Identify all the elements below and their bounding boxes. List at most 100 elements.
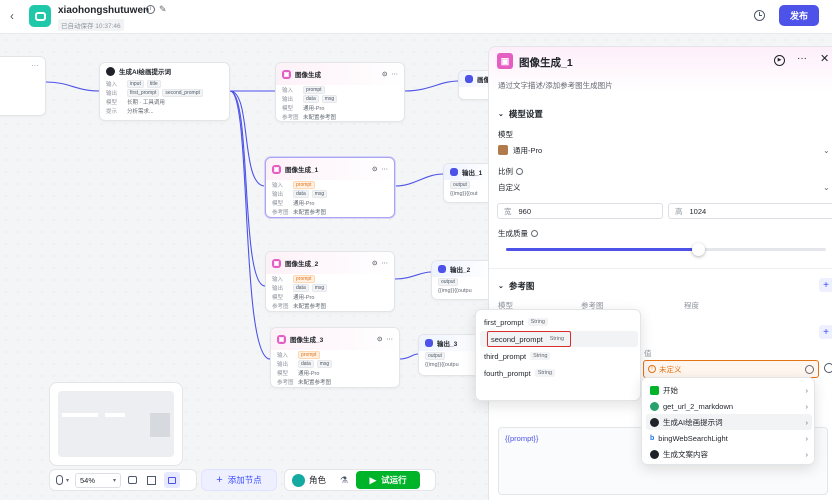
play-icon[interactable]: ⊙ [372, 259, 377, 267]
remove-icon[interactable] [824, 363, 832, 373]
zoom-select[interactable]: 54% ▾ [75, 472, 122, 488]
output-icon [438, 265, 446, 273]
save-status: 已自动保存 10:37:46 [58, 19, 124, 31]
node-option-prompt-gen[interactable]: 生成AI绘画提示词 › [650, 414, 808, 430]
image-icon: ▣ [272, 164, 281, 174]
ref-col-degree: 程度 [684, 301, 699, 310]
variable-option[interactable]: fourth_prompt String [484, 365, 556, 381]
info-icon [516, 168, 523, 175]
node-output-2[interactable]: 输出_2 output {{img}}{{outpu [431, 260, 493, 300]
panel-title: 图像生成_1 [519, 57, 573, 69]
edit-icon[interactable]: ✎ [159, 4, 167, 15]
node-option-url[interactable]: get_url_2_markdown › [650, 398, 808, 414]
quality-slider[interactable] [506, 243, 826, 256]
llm-icon [650, 417, 659, 427]
node-source-dropdown: 开始 › get_url_2_markdown › 生成AI绘画提示词 › b bing… [641, 377, 815, 465]
node-image-gen-3[interactable]: ▣ 图像生成_3 ⊙ ··· 输入 prompt 输出 data msg 模型 通用-Pr… [270, 327, 400, 388]
variable-option-selected[interactable]: second_prompt String [487, 331, 572, 347]
back-icon[interactable]: ‹ [10, 9, 14, 23]
run-node-icon[interactable]: ▶ [774, 55, 785, 66]
more-icon[interactable]: ··· [31, 61, 39, 70]
variable-option[interactable]: first_prompt String [484, 314, 548, 330]
image-icon: ▣ [497, 53, 513, 69]
model-settings-header[interactable]: ⌄ 模型设置 [498, 108, 543, 120]
zoom-toolbar: ▾ 54% ▾ [49, 469, 197, 491]
play-icon[interactable]: ⊙ [372, 165, 377, 173]
info-icon [531, 230, 538, 237]
node-option-bing[interactable]: b bingWebSearchLight › [650, 430, 808, 446]
add-node-button[interactable]: + 添加节点 [201, 469, 277, 491]
role-label[interactable]: 角色 [309, 474, 326, 486]
chevron-down-icon: ⌄ [498, 111, 504, 118]
quality-label: 生成质量 [498, 228, 538, 239]
app-logo [29, 5, 51, 27]
role-avatar-icon[interactable] [292, 473, 305, 487]
output-icon [465, 75, 473, 83]
run-toolbar: 角色 ⚗ ▶ 试运行 [284, 469, 436, 491]
warning-icon: ! [648, 365, 656, 373]
play-icon[interactable]: ⊙ [382, 70, 387, 78]
play-icon: ▶ [369, 474, 377, 485]
node-title: 图像生成_3 [290, 337, 324, 344]
node-prompt-gen[interactable]: 生成AI绘画提示词 输入 input title 输出 first_prompt sec… [99, 62, 230, 121]
prompt-text: {{prompt}} [505, 434, 539, 443]
mouse-icon[interactable] [56, 475, 63, 485]
chevron-down-icon: ⌄ [823, 182, 830, 192]
top-bar: ‹ xiaohongshutuwen i ✎ 已自动保存 10:37:46 发布 [0, 0, 832, 34]
image-icon: ▣ [277, 334, 286, 344]
variable-value-select[interactable]: ! 未定义 [643, 360, 819, 378]
node-option-copy-gen[interactable]: 生成文案内容 › [650, 446, 808, 462]
plugin-icon [650, 401, 659, 411]
variable-dropdown: first_prompt String second_prompt String t… [475, 309, 641, 401]
test-run-button[interactable]: ▶ 试运行 [356, 471, 421, 489]
minimap[interactable] [49, 382, 183, 466]
more-icon[interactable]: ··· [797, 53, 807, 64]
chevron-right-icon: › [805, 385, 809, 395]
ratio-select[interactable]: 自定义 ⌄ [498, 179, 832, 195]
node-image-gen[interactable]: ▣ 图像生成 ⊙ ··· 输入 prompt 输出 data msg 模型 通用-Pro … [275, 62, 405, 122]
variable-option[interactable]: third_prompt String [484, 348, 551, 364]
app-name: xiaohongshutuwen [58, 5, 150, 16]
node-option-start[interactable]: 开始 › [650, 382, 808, 398]
node-title: 图像生成 [295, 72, 321, 79]
chevron-down-icon: ⌄ [823, 145, 830, 155]
add-input-button[interactable]: + [819, 325, 832, 339]
add-reference-button[interactable]: + [819, 278, 832, 292]
grid-icon[interactable] [147, 475, 157, 485]
debug-icon[interactable]: ⚗ [340, 475, 348, 486]
panel-description: 通过文字描述/添加参考图生成图片 [498, 81, 613, 90]
minimap-toggle-icon[interactable] [164, 472, 181, 488]
info-icon[interactable]: i [146, 5, 155, 14]
chevron-right-icon: › [805, 401, 809, 411]
start-node[interactable]: ··· [0, 56, 46, 116]
start-icon [650, 385, 659, 395]
node-image-gen-2[interactable]: ▣ 图像生成_2 ⊙ ··· 输入 prompt 输出 data msg 模型 通用-Pr… [265, 251, 395, 312]
image-icon: ▣ [282, 69, 291, 79]
value-column-label: 值 [644, 349, 652, 358]
reference-image-header[interactable]: ⌄ 参考图 [498, 280, 534, 292]
model-select[interactable]: 通用-Pro ⌄ [498, 142, 832, 158]
node-output-1[interactable]: 输出_1 output {{img}}{{out [443, 163, 493, 203]
node-title: 生成AI绘画提示词 [119, 69, 171, 76]
model-label: 模型 [498, 130, 513, 139]
node-logo-icon [106, 66, 115, 76]
width-input[interactable]: 宽 960 [497, 203, 663, 219]
height-input[interactable]: 高 1024 [668, 203, 832, 219]
chevron-down-icon: ⌄ [498, 283, 504, 290]
output-icon [450, 168, 458, 176]
output-icon [425, 339, 433, 347]
close-icon[interactable]: ✕ [820, 52, 829, 65]
quality-slider-handle[interactable] [692, 243, 705, 256]
node-title: 图像生成_2 [285, 261, 319, 268]
comment-icon[interactable] [128, 476, 138, 484]
bing-icon: b [650, 434, 655, 442]
model-thumbnail-icon [498, 145, 508, 155]
node-image-gen-1[interactable]: ▣ 图像生成_1 ⊙ ··· 输入 prompt 输出 data msg 模型 通用-Pr… [265, 157, 395, 218]
play-icon[interactable]: ⊙ [377, 335, 382, 343]
node-title: 图像生成_1 [285, 167, 319, 174]
publish-button[interactable]: 发布 [779, 5, 819, 26]
quality-slider-fill [506, 248, 698, 251]
variable-picker-icon[interactable] [805, 364, 814, 374]
chevron-down-icon[interactable]: ▾ [66, 477, 69, 484]
history-icon[interactable] [754, 10, 765, 21]
